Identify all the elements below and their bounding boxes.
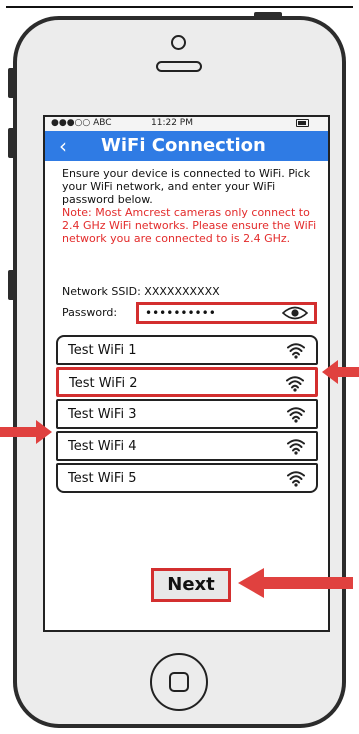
wifi-network-item[interactable]: Test WiFi 5 [56,463,318,493]
password-value: •••••••••• [145,306,216,320]
wifi-network-name: Test WiFi 4 [68,439,137,454]
password-field[interactable]: •••••••••• [136,302,317,324]
wifi-network-item[interactable]: Test WiFi 4 [56,431,318,461]
wifi-network-name: Test WiFi 3 [68,407,137,422]
status-bar: ●●●○○ ABC 11:22 PM [45,117,328,131]
earpiece-speaker [156,61,202,72]
back-chevron-icon[interactable]: ‹ [59,133,67,159]
battery-icon [296,119,309,127]
arrow-to-password-icon [322,360,359,384]
eye-icon[interactable] [282,306,308,320]
warning-note: Note: Most Amcrest cameras only connect … [62,206,317,245]
nav-bar: ‹ WiFi Connection [45,131,328,161]
wifi-network-name: Test WiFi 2 [69,376,138,391]
status-time: 11:22 PM [151,118,193,128]
wifi-network-name: Test WiFi 1 [68,343,137,358]
wifi-signal-icon [286,376,304,392]
next-button[interactable]: Next [151,568,231,602]
network-ssid: Network SSID: XXXXXXXXXX [62,285,220,298]
wifi-network-list: Test WiFi 1 Test WiFi 2 Test WiFi 3 Test Wi… [56,335,318,495]
arrow-to-wifi-icon [0,420,52,444]
home-square-icon [169,672,189,692]
wifi-signal-icon [287,471,305,487]
wifi-signal-icon [287,407,305,423]
phone-screen: ●●●○○ ABC 11:22 PM ‹ WiFi Connection Ens… [43,115,330,632]
arrow-to-next-icon [238,568,353,598]
carrier-signal: ●●●○○ ABC [51,118,112,128]
wifi-network-item[interactable]: Test WiFi 1 [56,335,318,365]
wifi-network-item[interactable]: Test WiFi 3 [56,399,318,429]
wifi-signal-icon [287,439,305,455]
wifi-signal-icon [287,343,305,359]
password-label: Password: [62,306,118,319]
intro-text: Ensure your device is connected to WiFi.… [62,167,311,206]
wifi-network-name: Test WiFi 5 [68,471,137,486]
home-button[interactable] [150,653,208,711]
wifi-network-item[interactable]: Test WiFi 2 [56,367,318,397]
page-title: WiFi Connection [101,135,266,156]
top-divider [6,6,353,8]
front-camera [171,35,186,50]
